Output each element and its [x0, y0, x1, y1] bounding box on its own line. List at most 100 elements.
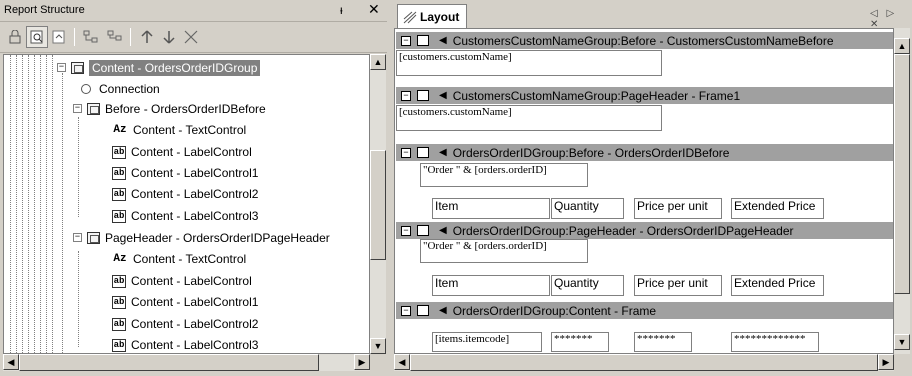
scroll-up-icon[interactable]: ▲ [894, 38, 910, 54]
field-order-expression[interactable]: "Order " & [orders.orderID] [420, 239, 588, 263]
band-arrow-icon: ◀ [439, 90, 447, 101]
frame-icon [417, 35, 429, 46]
field-extended-price[interactable]: ************* [731, 332, 819, 352]
field-quantity[interactable]: ******* [551, 332, 609, 352]
scroll-thumb[interactable] [370, 150, 386, 260]
scroll-thumb[interactable] [410, 354, 878, 371]
field-order-expression[interactable]: "Order " & [orders.orderID] [420, 163, 588, 187]
label-price[interactable]: Price per unit [634, 275, 722, 296]
group-icon[interactable] [104, 26, 126, 48]
move-down-icon[interactable] [158, 26, 180, 48]
tree-node-labelcontrol1[interactable]: ab Content - LabelControl1 [112, 292, 258, 312]
tree-node-label: Content - LabelControl [131, 274, 252, 288]
label-item[interactable]: Item [432, 198, 550, 219]
collapse-icon[interactable]: − [401, 305, 411, 316]
band-title: OrdersOrderIDGroup:PageHeader - OrdersOr… [452, 223, 794, 238]
field-item-code[interactable]: [items.itemcode] [432, 332, 542, 352]
layout-canvas: − ◀ CustomersCustomNameGroup:Before - Cu… [394, 28, 894, 354]
label-control-icon: ab [112, 338, 126, 352]
band-title: CustomersCustomNameGroup:PageHeader - Fr… [452, 88, 741, 103]
tree-horizontal-scrollbar[interactable]: ◀ ▶ [3, 354, 370, 371]
move-up-icon[interactable] [136, 26, 158, 48]
tree-node-labelcontrol2[interactable]: ab Content - LabelControl2 [112, 184, 258, 204]
scroll-right-icon[interactable]: ▶ [354, 354, 370, 370]
label-quantity[interactable]: Quantity [551, 275, 624, 296]
panel-title: Report Structure [4, 4, 85, 16]
frame-icon [87, 103, 100, 115]
scroll-down-icon[interactable]: ▼ [894, 334, 910, 350]
scroll-thumb[interactable] [894, 54, 910, 294]
scroll-down-icon[interactable]: ▼ [370, 338, 386, 354]
tree-node-label: PageHeader - OrdersOrderIDPageHeader [105, 231, 330, 245]
scroll-left-icon[interactable]: ◀ [3, 354, 19, 370]
field-customer-name[interactable]: [customers.customName] [396, 105, 662, 131]
label-price[interactable]: Price per unit [634, 198, 722, 219]
report-band[interactable]: − ◀ CustomersCustomNameGroup:PageHeader … [396, 87, 893, 104]
collapse-icon[interactable]: − [401, 90, 411, 101]
connection-icon [81, 84, 91, 94]
collapse-icon[interactable]: − [401, 225, 411, 236]
frame-icon [417, 147, 429, 158]
pin-icon[interactable]: ᵻ [340, 3, 343, 17]
tree-node-textcontrol[interactable]: Az Content - TextControl [112, 249, 246, 269]
label-control-icon: ab [112, 166, 126, 180]
band-arrow-icon: ◀ [439, 35, 447, 46]
label-quantity[interactable]: Quantity [551, 198, 624, 219]
tree-node-connection[interactable]: Connection [78, 79, 160, 99]
tree-node-labelcontrol2[interactable]: ab Content - LabelControl2 [112, 314, 258, 334]
tree-node-label: Content - LabelControl [131, 145, 252, 159]
tree-node-label: Content - LabelControl1 [131, 166, 259, 180]
frame-icon [87, 232, 100, 244]
collapse-icon[interactable]: − [401, 35, 411, 46]
scroll-left-icon[interactable]: ◀ [394, 354, 410, 370]
tree-node-labelcontrol3[interactable]: ab Content - LabelControl3 [112, 335, 259, 353]
text-control-icon: Az [113, 124, 127, 136]
panel-titlebar: Report Structure ᵻ ✕ [0, 0, 387, 22]
scroll-right-icon[interactable]: ▶ [878, 354, 894, 370]
refresh-icon[interactable] [48, 26, 70, 48]
tree-node-pageheader[interactable]: − PageHeader - OrdersOrderIDPageHeader [73, 228, 330, 248]
add-child-icon[interactable] [80, 26, 102, 48]
find-icon[interactable] [26, 26, 48, 48]
structure-toolbar [0, 23, 387, 53]
collapse-icon[interactable]: − [401, 147, 411, 158]
scroll-up-icon[interactable]: ▲ [370, 54, 386, 70]
lock-icon[interactable] [4, 26, 26, 48]
label-extended-price[interactable]: Extended Price [731, 198, 824, 219]
scroll-thumb[interactable] [19, 354, 319, 371]
tree-vertical-scrollbar[interactable]: ▲ ▼ [370, 54, 386, 354]
frame-icon [71, 62, 84, 74]
label-control-icon: ab [112, 274, 126, 288]
band-title: CustomersCustomNameGroup:Before - Custom… [452, 33, 834, 48]
tree-node-before[interactable]: − Before - OrdersOrderIDBefore [73, 99, 266, 119]
field-customer-name[interactable]: [customers.customName] [396, 50, 662, 76]
tab-navigation[interactable]: ◁ ▷ ✕ [870, 8, 912, 30]
tree-node-label: Before - OrdersOrderIDBefore [105, 102, 266, 116]
report-band[interactable]: − ◀ OrdersOrderIDGroup:Before - OrdersOr… [396, 144, 893, 161]
canvas-vertical-scrollbar[interactable]: ▲ ▼ [894, 28, 910, 354]
tab-layout[interactable]: Layout [397, 4, 467, 28]
report-band[interactable]: − ◀ OrdersOrderIDGroup:PageHeader - Orde… [396, 222, 893, 239]
report-band[interactable]: − ◀ OrdersOrderIDGroup:Content - Frame [396, 302, 893, 319]
label-extended-price[interactable]: Extended Price [731, 275, 824, 296]
band-arrow-icon: ◀ [439, 225, 447, 236]
delete-icon[interactable] [180, 26, 202, 48]
label-control-icon: ab [112, 317, 126, 331]
field-price[interactable]: ******* [634, 332, 692, 352]
label-control-icon: ab [112, 145, 126, 159]
canvas-horizontal-scrollbar[interactable]: ◀ ▶ [394, 354, 894, 371]
label-item[interactable]: Item [432, 275, 550, 296]
tree-node-textcontrol[interactable]: Az Content - TextControl [112, 120, 246, 140]
tree-node-label: Content - LabelControl3 [131, 338, 259, 352]
tree-node-labelcontrol[interactable]: ab Content - LabelControl [112, 271, 252, 291]
tree-node-labelcontrol[interactable]: ab Content - LabelControl [112, 142, 252, 162]
tree-node-labelcontrol3[interactable]: ab Content - LabelControl3 [112, 206, 258, 226]
tree-node-label: Content - LabelControl2 [131, 187, 259, 201]
tree-node-orders-group[interactable]: − Content - OrdersOrderIDGroup [57, 58, 261, 78]
close-panel-icon[interactable]: ✕ [368, 1, 380, 18]
tree-node-labelcontrol1[interactable]: ab Content - LabelControl1 [112, 163, 258, 183]
layout-icon [403, 11, 417, 23]
tree-node-label: Content - TextControl [133, 123, 247, 137]
report-band[interactable]: − ◀ CustomersCustomNameGroup:Before - Cu… [396, 32, 893, 49]
report-structure-panel: Report Structure ᵻ ✕ − Content - OrdersO… [0, 0, 387, 376]
